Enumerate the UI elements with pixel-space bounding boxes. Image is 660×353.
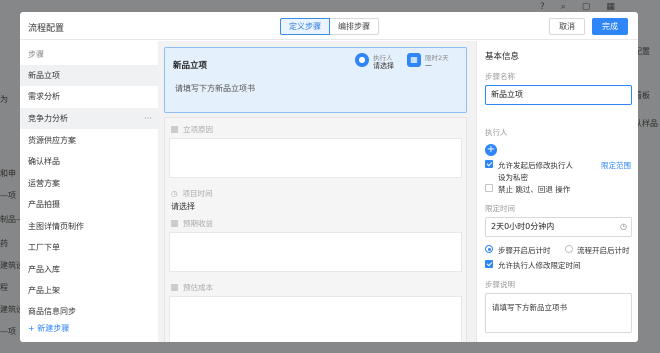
steps-list: 步骤 新品立项 需求分析 竞争力分析 ··· 货源供应方案 确认样品 运营方案 … [20,41,158,342]
field-label: 立项原因 [171,124,213,135]
panel-title: 基本信息 [485,52,520,62]
clock-icon: ◷ [171,189,178,198]
done-button[interactable]: 完成 [592,18,628,35]
start-on-flow-radio[interactable] [565,245,573,253]
step-item[interactable]: 工厂下单 [20,237,158,258]
tab-define-steps[interactable]: 定义步骤 [280,18,330,35]
calendar-icon: ▦ [407,53,421,67]
start-on-flow-label: 流程开启后计时 [577,246,630,255]
field-input-box[interactable] [169,232,462,272]
text-field-icon [171,220,178,227]
field-value[interactable]: 请选择 [171,201,195,212]
step-card-description: 请填写下方新品立项书 [175,84,255,93]
user-icon: ● [355,53,369,67]
form-fields: 立项原因 ◷ 项目时间 请选择 预期收益 预估成本 [164,117,467,342]
clock-icon: ◷ [620,222,627,231]
allow-modify-executor-label: 允许发起后修改执行人 [498,161,573,170]
step-item[interactable]: 主图详情页制作 [20,216,158,237]
step-item-label: 竞争力分析 [28,114,68,123]
cancel-button[interactable]: 取消 [549,18,585,35]
form-preview: 新品立项 ● 执行人 请选择 ▦ 限时2天 — 请填写下方新品立项书 立项原因 … [158,41,476,342]
more-icon[interactable]: ··· [144,108,152,129]
field-input-box[interactable] [169,138,462,178]
time-limit-label: 限定时间 [485,204,515,213]
step-item[interactable]: 竞争力分析 ··· [20,108,158,129]
deadline-value: — [425,61,432,69]
allow-modify-time-label: 允许执行人修改限定时间 [498,261,581,270]
step-desc-textarea[interactable]: 请填写下方新品立项书 [485,293,632,333]
add-executor-button[interactable]: + [485,144,497,156]
step-item[interactable]: 运营方案 [20,173,158,194]
executor-value: 请选择 [373,62,394,70]
step-card-title: 新品立项 [173,61,208,71]
step-item[interactable]: 商品信息同步 [20,301,158,322]
step-item[interactable]: 需求分析 [20,86,158,107]
step-item[interactable]: 产品入库 [20,259,158,280]
allow-modify-time-checkbox[interactable] [485,260,493,268]
modal-body: 步骤 新品立项 需求分析 竞争力分析 ··· 货源供应方案 确认样品 运营方案 … [20,41,638,342]
steps-heading: 步骤 [28,50,44,59]
field-label: 预估成本 [171,282,213,293]
step-name-label: 步骤名称 [485,72,515,81]
field-label: ◷ 项目时间 [171,189,213,198]
allow-modify-executor-checkbox[interactable] [485,160,493,168]
start-on-step-label: 步骤开启后计时 [498,246,551,255]
forbid-skip-label: 禁止 跳过、回退 操作 [498,185,571,194]
field-input-box[interactable] [169,296,462,342]
modal-title: 流程配置 [28,24,65,34]
set-range-link[interactable]: 限定范围 [601,160,631,171]
set-private-label[interactable]: 设为私密 [498,172,528,183]
step-desc-label: 步骤说明 [485,280,515,289]
step-item[interactable]: 新品立项 [20,65,158,86]
text-field-icon [171,126,178,133]
new-step-button[interactable]: + 新建步骤 [28,323,69,334]
tab-arrange-steps[interactable]: 编排步骤 [330,18,379,35]
field-label: 预期收益 [171,218,213,229]
basic-info-panel: 基本信息 步骤名称 新品立项 执行人 + 允许发起后修改执行人 限定范围 设为私… [476,41,638,342]
time-limit-input[interactable]: 2天0小时0分钟内 ◷ [485,217,632,237]
step-item[interactable]: 确认样品 [20,151,158,172]
step-item[interactable]: 产品拍摄 [20,194,158,215]
flow-config-modal: 流程配置 定义步骤 编排步骤 取消 完成 步骤 新品立项 需求分析 竞争力分析 … [20,12,638,342]
step-tabs: 定义步骤 编排步骤 [280,18,379,35]
forbid-skip-checkbox[interactable] [485,184,493,192]
start-on-step-radio[interactable] [485,245,493,253]
step-item[interactable]: 产品上架 [20,280,158,301]
step-item[interactable]: 货源供应方案 [20,130,158,151]
text-field-icon [171,284,178,291]
step-name-input[interactable]: 新品立项 [485,85,632,105]
executor-label: 执行人 [485,128,508,137]
step-card[interactable]: 新品立项 ● 执行人 请选择 ▦ 限时2天 — 请填写下方新品立项书 [164,47,467,113]
time-limit-value: 2天0小时0分钟内 [491,222,555,231]
modal-header: 流程配置 定义步骤 编排步骤 取消 完成 [20,12,638,40]
